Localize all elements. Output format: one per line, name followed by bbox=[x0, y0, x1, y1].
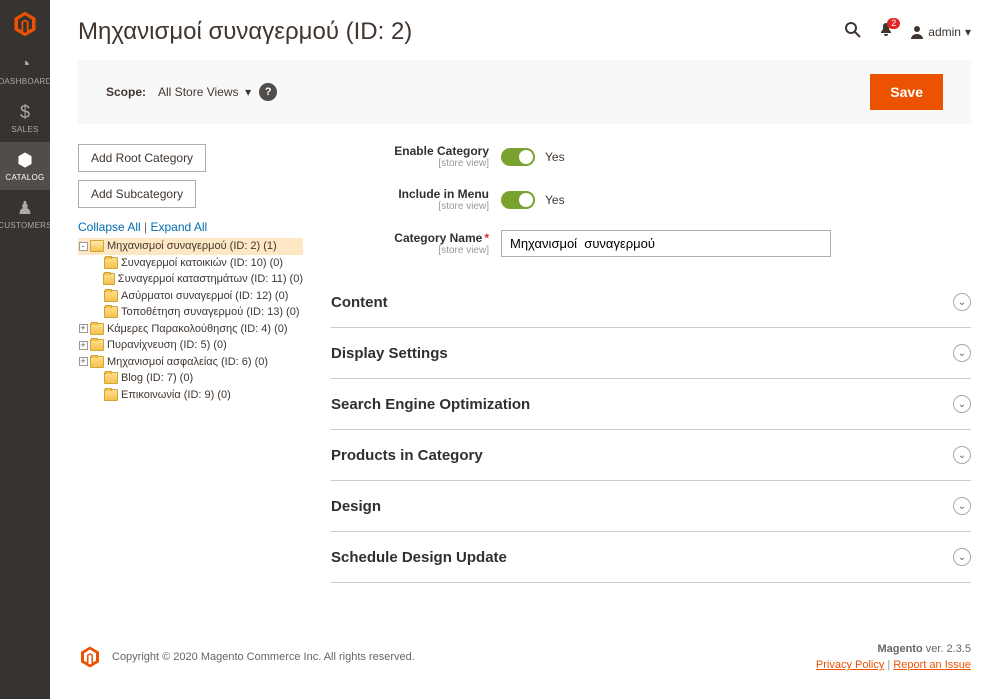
folder-icon bbox=[104, 389, 118, 401]
category-name-label: Category Name* bbox=[394, 231, 489, 245]
tree-node[interactable]: Επικοινωνία (ID: 9) (0) bbox=[78, 387, 303, 404]
page-footer: Copyright © 2020 Magento Commerce Inc. A… bbox=[50, 623, 999, 699]
magento-logo[interactable] bbox=[9, 8, 41, 40]
tree-node-label: Blog (ID: 7) (0) bbox=[121, 370, 193, 387]
tree-node[interactable]: - Μηχανισμοί συναγερμού (ID: 2) (1) bbox=[78, 238, 303, 255]
tree-node-label: Συναγερμοί κατοικιών (ID: 10) (0) bbox=[121, 255, 283, 272]
notifications-icon[interactable]: 2 bbox=[878, 22, 894, 43]
page-header: Μηχανισμοί συναγερμού (ID: 2) 2 admin ▾ bbox=[50, 0, 999, 56]
section-seo[interactable]: Search Engine Optimization ⌄ bbox=[331, 379, 971, 430]
tree-node[interactable]: Συναγερμοί καταστημάτων (ID: 11) (0) bbox=[78, 271, 303, 288]
tree-node-label: Μηχανισμοί ασφαλείας (ID: 6) (0) bbox=[107, 354, 268, 371]
nav-dashboard[interactable]: ◔ Dashboard bbox=[0, 46, 50, 94]
user-label: admin bbox=[928, 25, 961, 39]
folder-icon bbox=[104, 372, 118, 384]
tree-node[interactable]: Ασύρματοι συναγερμοί (ID: 12) (0) bbox=[78, 288, 303, 305]
tree-node-label: Συναγερμοί καταστημάτων (ID: 11) (0) bbox=[118, 271, 303, 288]
catalog-icon: ⬢ bbox=[17, 150, 33, 171]
chevron-down-icon: ⌄ bbox=[953, 293, 971, 311]
tree-node[interactable]: + Μηχανισμοί ασφαλείας (ID: 6) (0) bbox=[78, 354, 303, 371]
chevron-down-icon: ▾ bbox=[965, 25, 971, 39]
footer-copyright: Copyright © 2020 Magento Commerce Inc. A… bbox=[112, 651, 816, 663]
tree-toggle-icon[interactable]: + bbox=[78, 324, 88, 333]
folder-icon bbox=[90, 240, 104, 252]
nav-dashboard-label: Dashboard bbox=[0, 77, 52, 86]
nav-customers[interactable]: ♟ Customers bbox=[0, 190, 50, 238]
nav-catalog[interactable]: ⬢ Catalog bbox=[0, 142, 50, 190]
section-products[interactable]: Products in Category ⌄ bbox=[331, 430, 971, 481]
category-form: Enable Category [store view] Yes Include… bbox=[331, 144, 971, 583]
tree-toggle-icon[interactable]: - bbox=[78, 242, 88, 251]
enable-category-value: Yes bbox=[545, 150, 565, 164]
chevron-down-icon: ⌄ bbox=[953, 344, 971, 362]
chevron-down-icon: ⌄ bbox=[953, 497, 971, 515]
include-in-menu-value: Yes bbox=[545, 193, 565, 207]
tree-node[interactable]: Συναγερμοί κατοικιών (ID: 10) (0) bbox=[78, 255, 303, 272]
nav-customers-label: Customers bbox=[0, 221, 52, 230]
tree-node-label: Ασύρματοι συναγερμοί (ID: 12) (0) bbox=[121, 288, 288, 305]
dashboard-icon: ◔ bbox=[20, 54, 31, 75]
enable-category-toggle[interactable] bbox=[501, 148, 535, 166]
chevron-down-icon: ⌄ bbox=[953, 395, 971, 413]
sales-icon: $ bbox=[20, 102, 30, 123]
category-tree: -Μηχανισμοί συναγερμού (ID: 2) (1)Συναγε… bbox=[78, 238, 303, 403]
include-in-menu-label: Include in Menu bbox=[398, 187, 489, 201]
add-root-category-button[interactable]: Add Root Category bbox=[78, 144, 206, 172]
search-icon[interactable] bbox=[844, 21, 862, 44]
category-tree-panel: Add Root Category Add Subcategory Collap… bbox=[78, 144, 303, 583]
tree-toggle-icon[interactable]: + bbox=[78, 357, 88, 366]
magento-logo-footer bbox=[78, 645, 102, 669]
tree-node[interactable]: + Κάμερες Παρακολούθησης (ID: 4) (0) bbox=[78, 321, 303, 338]
privacy-policy-link[interactable]: Privacy Policy bbox=[816, 659, 884, 671]
tree-node[interactable]: + Πυρανίχνευση (ID: 5) (0) bbox=[78, 337, 303, 354]
scope-select[interactable]: All Store Views ▾ bbox=[158, 85, 251, 99]
folder-icon bbox=[103, 273, 115, 285]
tree-node[interactable]: Blog (ID: 7) (0) bbox=[78, 370, 303, 387]
nav-sales-label: Sales bbox=[11, 125, 38, 134]
section-display-settings[interactable]: Display Settings ⌄ bbox=[331, 328, 971, 379]
expand-all-link[interactable]: Expand All bbox=[151, 220, 208, 234]
user-icon bbox=[910, 25, 924, 39]
tree-toggle-icon[interactable]: + bbox=[78, 341, 88, 350]
category-name-input[interactable] bbox=[501, 230, 831, 257]
folder-icon bbox=[90, 323, 104, 335]
nav-sales[interactable]: $ Sales bbox=[0, 94, 50, 142]
notifications-badge: 2 bbox=[887, 18, 900, 29]
folder-icon bbox=[104, 257, 118, 269]
section-schedule-design[interactable]: Schedule Design Update ⌄ bbox=[331, 532, 971, 583]
tree-node-label: Μηχανισμοί συναγερμού (ID: 2) (1) bbox=[107, 238, 277, 255]
folder-icon bbox=[104, 290, 118, 302]
collapse-all-link[interactable]: Collapse All bbox=[78, 220, 141, 234]
tree-node-label: Επικοινωνία (ID: 9) (0) bbox=[121, 387, 231, 404]
scope-label: Scope: bbox=[106, 85, 146, 99]
tree-node-label: Κάμερες Παρακολούθησης (ID: 4) (0) bbox=[107, 321, 288, 338]
chevron-down-icon: ⌄ bbox=[953, 548, 971, 566]
user-menu[interactable]: admin ▾ bbox=[910, 25, 971, 39]
page-title: Μηχανισμοί συναγερμού (ID: 2) bbox=[78, 18, 844, 46]
help-icon[interactable]: ? bbox=[259, 83, 277, 101]
customers-icon: ♟ bbox=[17, 198, 33, 219]
scope-bar: Scope: All Store Views ▾ ? Save bbox=[78, 60, 971, 124]
nav-catalog-label: Catalog bbox=[5, 173, 44, 182]
include-in-menu-toggle[interactable] bbox=[501, 191, 535, 209]
section-content[interactable]: Content ⌄ bbox=[331, 277, 971, 328]
chevron-down-icon: ⌄ bbox=[953, 446, 971, 464]
enable-category-label: Enable Category bbox=[394, 144, 489, 158]
tree-node-label: Πυρανίχνευση (ID: 5) (0) bbox=[107, 337, 227, 354]
tree-node-label: Τοποθέτηση συναγερμού (ID: 13) (0) bbox=[121, 304, 300, 321]
add-subcategory-button[interactable]: Add Subcategory bbox=[78, 180, 196, 208]
folder-icon bbox=[90, 339, 104, 351]
report-issue-link[interactable]: Report an Issue bbox=[893, 659, 971, 671]
folder-icon bbox=[104, 306, 118, 318]
save-button[interactable]: Save bbox=[870, 74, 943, 110]
tree-node[interactable]: Τοποθέτηση συναγερμού (ID: 13) (0) bbox=[78, 304, 303, 321]
admin-sidebar: ◔ Dashboard $ Sales ⬢ Catalog ♟ Customer… bbox=[0, 0, 50, 699]
section-design[interactable]: Design ⌄ bbox=[331, 481, 971, 532]
folder-icon bbox=[90, 356, 104, 368]
